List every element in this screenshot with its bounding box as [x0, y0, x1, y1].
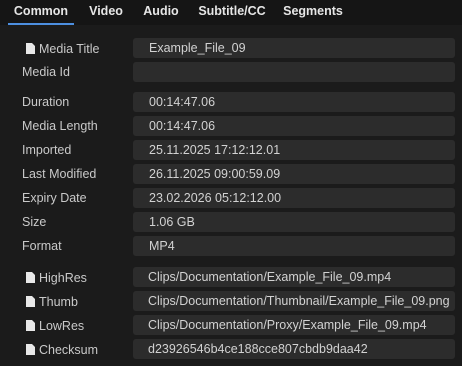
duration-field[interactable]: 00:14:47.06 [133, 92, 455, 112]
tab-bar: Common Video Audio Subtitle/CC Segments [0, 0, 462, 25]
media-title-field[interactable]: Example_File_09 [133, 38, 455, 58]
media-length-field[interactable]: 00:14:47.06 [133, 116, 455, 136]
document-icon [26, 320, 35, 331]
highres-label-text: HighRes [39, 271, 87, 285]
media-title-label-text: Media Title [39, 42, 100, 56]
checksum-field[interactable]: d23926546b4ce188cce807cbdb9daa42 [133, 339, 455, 359]
size-label: Size [22, 215, 47, 229]
tab-subtitle-cc[interactable]: Subtitle/CC [194, 0, 270, 25]
tab-video[interactable]: Video [84, 0, 128, 25]
lowres-label-text: LowRes [39, 319, 85, 333]
media-id-label: Media Id [22, 65, 70, 79]
format-field[interactable]: MP4 [133, 236, 455, 256]
media-title-label: Media Title [26, 39, 99, 59]
tab-audio[interactable]: Audio [138, 0, 184, 25]
thumb-label: Thumb [26, 292, 78, 312]
format-label: Format [22, 239, 62, 253]
size-field[interactable]: 1.06 GB [133, 212, 455, 232]
expiry-date-field[interactable]: 23.02.2026 05:12:12.00 [133, 188, 455, 208]
highres-path-field[interactable]: Clips/Documentation/Example_File_09.mp4 [133, 267, 455, 287]
checksum-label: Checksum [26, 340, 98, 360]
checksum-label-text: Checksum [39, 343, 99, 357]
thumb-label-text: Thumb [39, 295, 78, 309]
highres-label: HighRes [26, 268, 87, 288]
expiry-date-label: Expiry Date [22, 191, 87, 205]
imported-label: Imported [22, 143, 72, 157]
document-icon [26, 43, 35, 54]
document-icon [26, 272, 35, 283]
media-id-field[interactable] [133, 62, 455, 82]
media-length-label: Media Length [22, 119, 98, 133]
last-modified-label: Last Modified [22, 167, 97, 181]
last-modified-field[interactable]: 26.11.2025 09:00:59.09 [133, 164, 455, 184]
duration-label: Duration [22, 95, 70, 109]
tab-segments[interactable]: Segments [280, 0, 346, 25]
document-icon [26, 296, 35, 307]
imported-field[interactable]: 25.11.2025 17:12:12.01 [133, 140, 455, 160]
document-icon [26, 344, 35, 355]
thumb-path-field[interactable]: Clips/Documentation/Thumbnail/Example_Fi… [133, 291, 455, 311]
lowres-path-field[interactable]: Clips/Documentation/Proxy/Example_File_0… [133, 315, 455, 335]
lowres-label: LowRes [26, 316, 84, 336]
tab-common[interactable]: Common [8, 0, 74, 25]
